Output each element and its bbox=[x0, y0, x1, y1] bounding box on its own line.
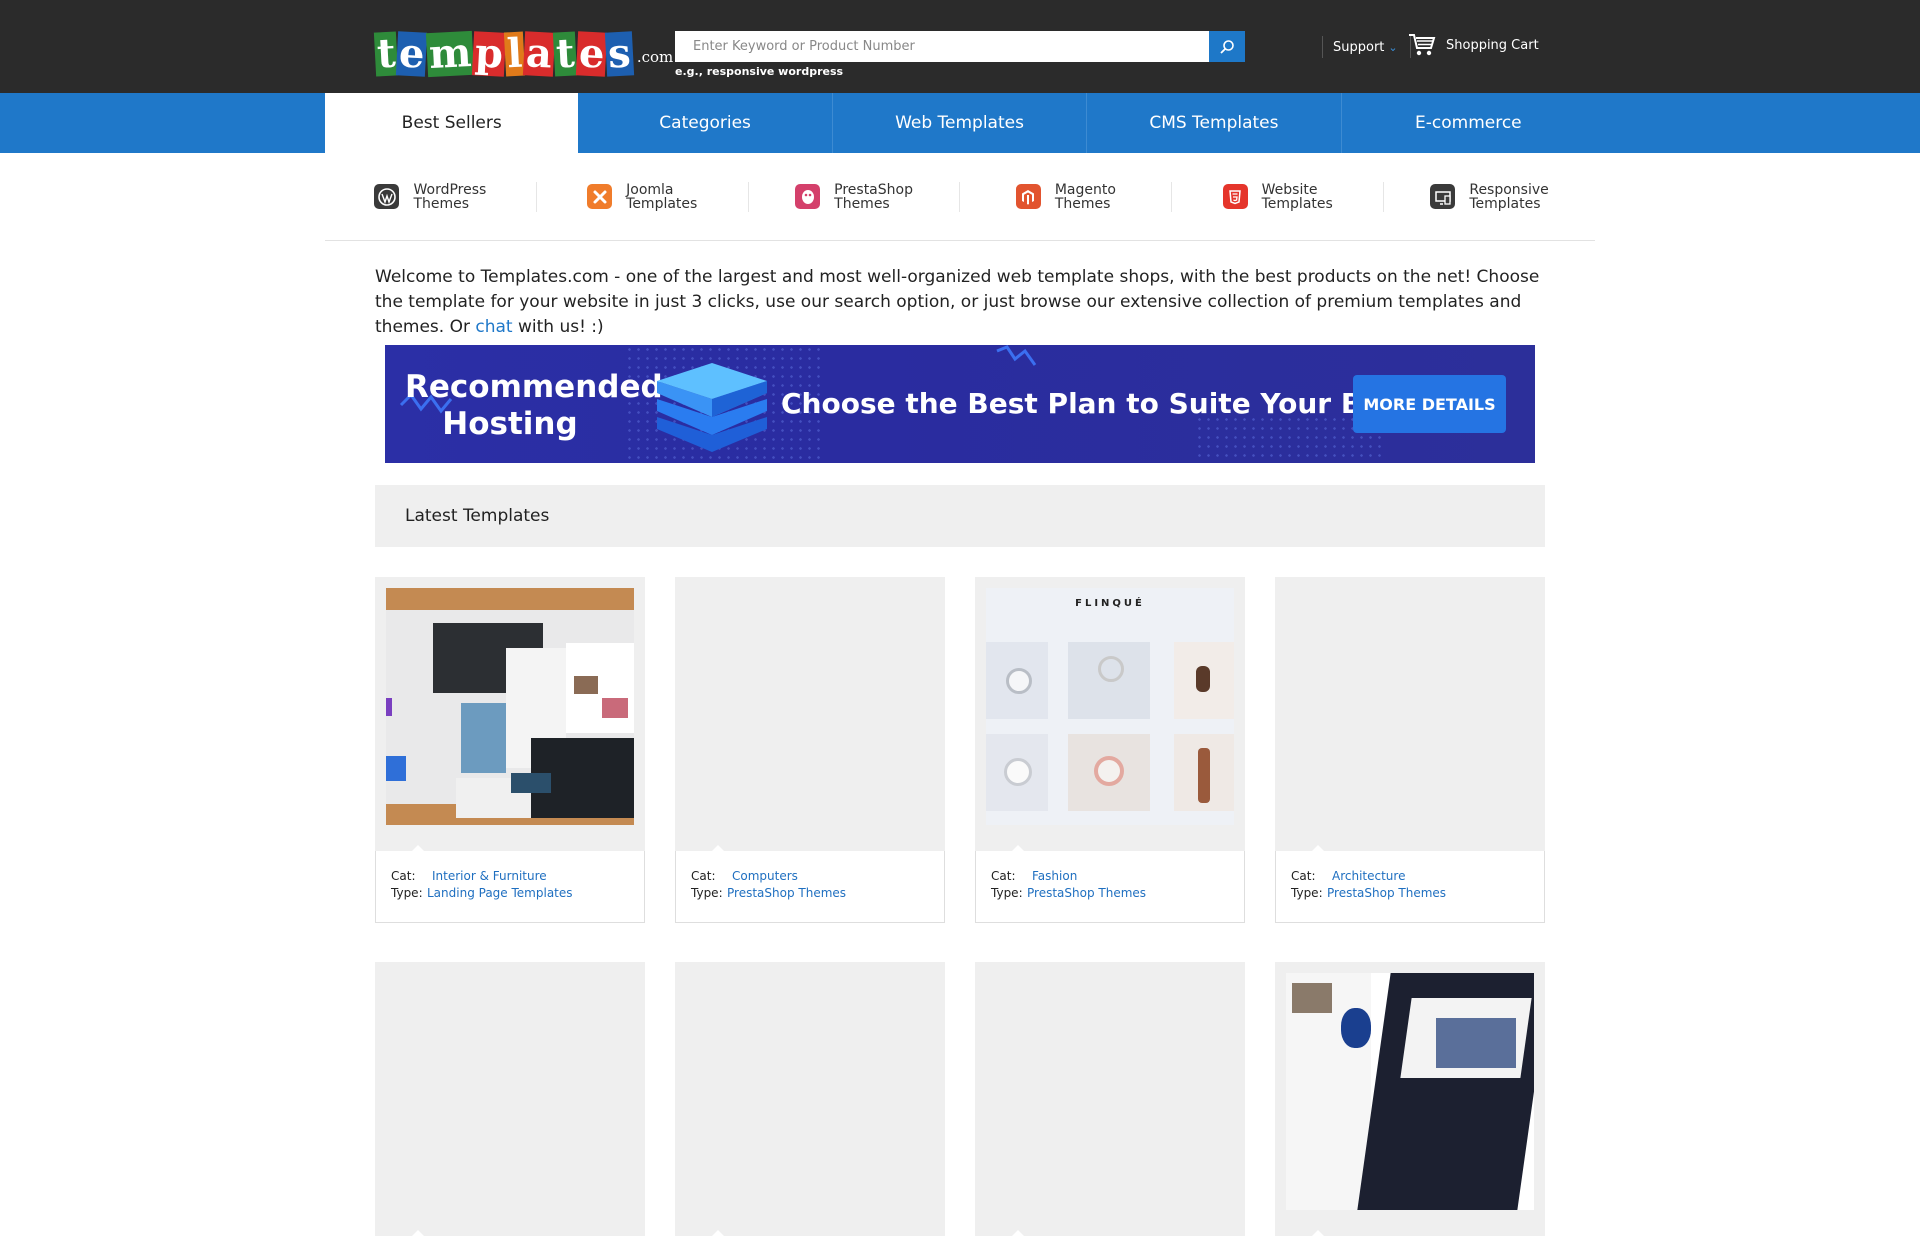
logo-letter: e bbox=[575, 29, 608, 78]
type-link[interactable]: PrestaShop Themes bbox=[1327, 885, 1446, 902]
magento-icon bbox=[1015, 184, 1041, 209]
search-button[interactable] bbox=[1209, 31, 1245, 62]
template-thumbnail[interactable] bbox=[675, 962, 945, 1237]
cms-category-bar: WordPress Themes Joomla Templates PrestaShop… bbox=[325, 153, 1595, 241]
template-card[interactable] bbox=[975, 962, 1245, 1237]
cart-label: Shopping Cart bbox=[1446, 37, 1539, 53]
wordpress-icon bbox=[374, 184, 400, 209]
html5-icon bbox=[1222, 184, 1248, 209]
template-thumbnail[interactable] bbox=[1275, 577, 1545, 852]
logo-letter: t bbox=[553, 29, 578, 78]
hosting-banner[interactable]: Recommended Hosting Choose the Best Plan… bbox=[385, 345, 1535, 463]
subnav-item-responsive[interactable]: Responsive Templates bbox=[1384, 182, 1595, 212]
template-card[interactable]: Cat: Interior & Furniture Type: Landing Pag… bbox=[375, 577, 645, 923]
template-card[interactable] bbox=[375, 962, 645, 1237]
subnav-item-prestashop[interactable]: PrestaShop Themes bbox=[749, 181, 961, 212]
logo-letter: e bbox=[396, 29, 429, 78]
search-input[interactable] bbox=[675, 31, 1209, 62]
tab-best-sellers[interactable]: Best Sellers bbox=[325, 93, 579, 153]
subnav-item-wordpress[interactable]: WordPress Themes bbox=[325, 181, 537, 212]
tab-categories[interactable]: Categories bbox=[578, 93, 833, 153]
chat-link[interactable]: chat bbox=[475, 317, 512, 337]
logo-letter: p bbox=[472, 29, 507, 78]
subnav-item-label: Responsive Templates bbox=[1469, 181, 1549, 212]
joomla-icon bbox=[587, 184, 613, 209]
logo-suffix: .com bbox=[636, 48, 674, 66]
template-meta: Cat: Architecture Type: PrestaShop Themes bbox=[1275, 851, 1545, 923]
template-thumbnail[interactable]: FLINQUÉ bbox=[975, 577, 1245, 852]
template-card[interactable] bbox=[1275, 962, 1545, 1237]
responsive-icon bbox=[1430, 184, 1456, 209]
shopping-cart-link[interactable]: Shopping Cart bbox=[1408, 33, 1539, 57]
template-thumbnail[interactable] bbox=[675, 577, 945, 852]
template-meta: Cat: Fashion Type: PrestaShop Themes bbox=[975, 851, 1245, 923]
template-meta: Cat: Interior & Furniture Type: Landing Pag… bbox=[375, 851, 645, 923]
subnav-item-label: Website Templates bbox=[1261, 181, 1333, 212]
template-thumbnail[interactable] bbox=[1275, 962, 1545, 1237]
category-link[interactable]: Architecture bbox=[1332, 868, 1405, 885]
template-card[interactable]: Cat: Computers Type: PrestaShop Themes bbox=[675, 577, 945, 923]
template-card[interactable]: FLINQUÉ Cat: Fashion Type: PrestaShop Themes bbox=[975, 577, 1245, 923]
category-link[interactable]: Interior & Furniture bbox=[432, 868, 547, 885]
subnav-item-joomla[interactable]: Joomla Templates bbox=[537, 181, 749, 212]
template-thumbnail[interactable] bbox=[375, 577, 645, 852]
subnav-item-label: Magento Themes bbox=[1054, 181, 1116, 212]
server-stack-icon bbox=[657, 363, 767, 452]
type-link[interactable]: PrestaShop Themes bbox=[727, 885, 846, 902]
logo-letter: s bbox=[605, 29, 634, 78]
subnav-item-label: WordPress Themes bbox=[413, 181, 487, 212]
more-details-button[interactable]: MORE DETAILS bbox=[1353, 375, 1506, 433]
category-link[interactable]: Fashion bbox=[1032, 868, 1077, 885]
template-meta: Cat: Computers Type: PrestaShop Themes bbox=[675, 851, 945, 923]
logo-letter: a bbox=[523, 29, 556, 78]
search-bar bbox=[675, 31, 1245, 62]
prestashop-icon bbox=[795, 184, 821, 209]
banner-title: Recommended Hosting bbox=[405, 369, 663, 442]
cart-icon bbox=[1409, 34, 1436, 56]
category-link[interactable]: Computers bbox=[732, 868, 798, 885]
welcome-text: Welcome to Templates.com - one of the la… bbox=[375, 267, 1540, 337]
latest-templates-heading: Latest Templates bbox=[375, 485, 1545, 547]
template-card[interactable]: Cat: Architecture Type: PrestaShop Themes bbox=[1275, 577, 1545, 923]
template-thumbnail[interactable] bbox=[975, 962, 1245, 1237]
type-link[interactable]: Landing Page Templates bbox=[427, 885, 573, 902]
support-label: Support bbox=[1333, 39, 1385, 55]
template-card[interactable] bbox=[675, 962, 945, 1237]
type-link[interactable]: PrestaShop Themes bbox=[1027, 885, 1146, 902]
site-logo[interactable]: t e m p l a t e s .com bbox=[373, 20, 674, 79]
brand-name: FLINQUÉ bbox=[1075, 598, 1145, 609]
logo-letter: m bbox=[425, 28, 475, 79]
logo-letter: t bbox=[373, 29, 399, 78]
top-header: templates.com e.g., responsive wordpress… bbox=[0, 0, 1920, 93]
tab-web-templates[interactable]: Web Templates bbox=[833, 93, 1088, 153]
search-icon bbox=[1220, 39, 1234, 54]
main-nav: Best Sellers Categories Web Templates CMS T… bbox=[0, 93, 1920, 153]
subnav-item-label: PrestaShop Themes bbox=[834, 181, 913, 212]
template-thumbnail[interactable] bbox=[375, 962, 645, 1237]
subnav-item-website[interactable]: Website Templates bbox=[1172, 181, 1385, 212]
subnav-item-magento[interactable]: Magento Themes bbox=[960, 181, 1173, 212]
support-menu[interactable]: Support ⌄ bbox=[1322, 36, 1411, 58]
tab-e-commerce[interactable]: E-commerce bbox=[1342, 93, 1595, 153]
tab-cms-templates[interactable]: CMS Templates bbox=[1087, 93, 1342, 153]
subnav-item-label: Joomla Templates bbox=[626, 181, 698, 212]
chevron-down-icon: ⌄ bbox=[1388, 40, 1398, 54]
search-hint: e.g., responsive wordpress bbox=[675, 65, 844, 78]
